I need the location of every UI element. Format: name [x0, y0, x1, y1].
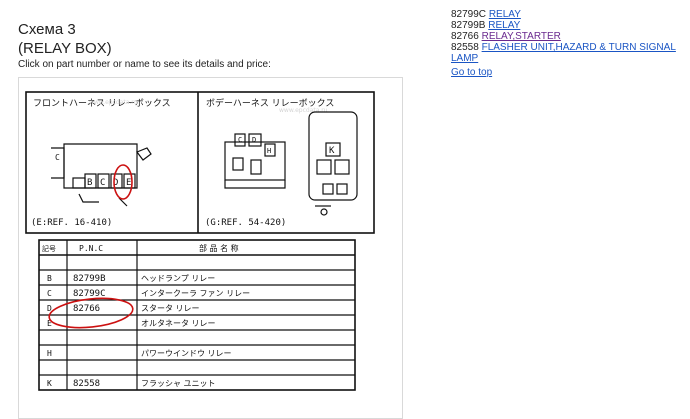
page-title-line2: (RELAY BOX) [18, 40, 112, 57]
table-cell-pnc: 82558 [73, 379, 100, 389]
part-number[interactable]: 82799C [451, 9, 486, 20]
relay-slot-label: C [100, 178, 105, 188]
table-cell-name: パワーウインドウ リレー [141, 349, 232, 358]
right-label-h: H [267, 147, 271, 155]
part-list: 82799C RELAY 82799B RELAY 82766 RELAY,STAR… [451, 9, 690, 64]
table-cell-code: H [47, 349, 52, 358]
table-cell-pnc: 82799C [73, 289, 106, 299]
relay-slot-label: E [126, 178, 131, 188]
part-number[interactable]: 82558 [451, 42, 479, 53]
part-row: 82558 FLASHER UNIT,HAZARD & TURN SIGNAL … [451, 42, 690, 64]
relay-box-diagram[interactable]: フロントハーネス リレーボックス ボデーハーネス リレーボックス www.epc… [19, 78, 402, 418]
table-cell-code: K [47, 379, 52, 388]
page-title: Схема 3 (RELAY BOX) [18, 20, 112, 58]
pnc-table-text: 記号 P.N.C 部 品 名 称 B 82799B ヘッドランプ リレー C 82799C イン… [42, 243, 250, 389]
right-label-c: C [238, 136, 242, 144]
relay-slot-label: B [87, 178, 92, 188]
diagram-frame[interactable]: フロントハーネス リレーボックス ボデーハーネス リレーボックス www.epc… [18, 77, 403, 419]
slot-label-c-left: C [55, 153, 60, 162]
body-relay-box-drawing [224, 111, 358, 216]
table-header-pnc: P.N.C [79, 244, 103, 253]
part-row: 82799C RELAY [451, 9, 690, 20]
part-name-link[interactable]: RELAY [488, 20, 520, 31]
part-number[interactable]: 82766 [451, 31, 479, 42]
table-cell-code: B [47, 274, 52, 283]
front-relay-slots: BCDE [84, 173, 136, 189]
part-number[interactable]: 82799B [451, 20, 485, 31]
right-label-k: K [329, 146, 335, 156]
front-relay-box-drawing [51, 143, 152, 207]
pnc-table [38, 239, 356, 391]
watermark: www.epcdata.ru [279, 107, 328, 114]
right-ref: (G:REF. 54-420) [205, 218, 286, 228]
page-title-line1: Схема 3 [18, 21, 76, 38]
part-name-link[interactable]: RELAY,STARTER [482, 31, 561, 42]
part-name-link[interactable]: RELAY [489, 9, 521, 20]
table-cell-pnc: 82799B [73, 274, 106, 284]
right-label-d: D [252, 136, 256, 144]
go-to-top-link[interactable]: Go to top [451, 67, 492, 78]
table-cell-name: オルタネータ リレー [141, 319, 216, 328]
table-cell-pnc: 82766 [73, 304, 100, 314]
table-header-name: 部 品 名 称 [199, 243, 239, 253]
left-ref: (E:REF. 16-410) [31, 218, 112, 228]
watermark: www.epcdata.ru [89, 99, 138, 106]
table-cell-name: インタークーラ ファン リレー [141, 289, 250, 298]
table-cell-code: C [47, 289, 52, 298]
instruction-text: Click on part number or name to see its … [18, 59, 271, 70]
part-row: 82799B RELAY [451, 20, 690, 31]
part-name-link[interactable]: FLASHER UNIT,HAZARD & TURN SIGNAL LAMP [451, 42, 676, 64]
table-cell-name: スタータ リレー [141, 304, 200, 313]
table-cell-name: ヘッドランプ リレー [141, 274, 215, 283]
part-row: 82766 RELAY,STARTER [451, 31, 690, 42]
table-cell-name: フラッシャ ユニット [141, 379, 216, 388]
table-header-code: 記号 [42, 244, 56, 253]
